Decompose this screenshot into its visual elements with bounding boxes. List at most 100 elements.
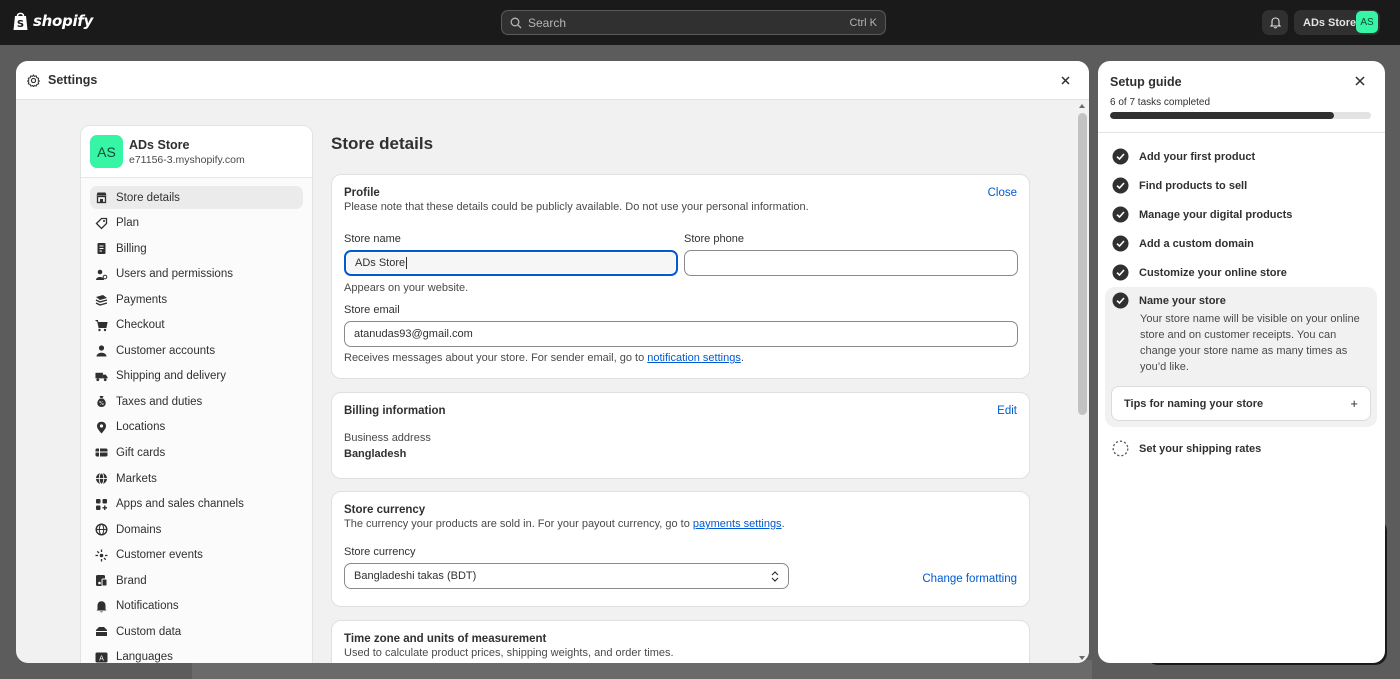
sidebar-item-shipping[interactable]: Shipping and delivery	[90, 365, 303, 388]
profile-title: Profile	[344, 187, 380, 199]
task-add-first-product[interactable]: Add your first product	[1112, 148, 1255, 165]
sidebar-item-markets[interactable]: Markets	[90, 467, 303, 490]
sidebar-item-brand[interactable]: Brand	[90, 569, 303, 592]
sidebar-item-label: Plan	[116, 217, 140, 230]
sidebar-item-label: Billing	[116, 242, 147, 255]
scroll-thumb[interactable]	[1078, 113, 1087, 415]
task-label: Name your store	[1139, 294, 1226, 307]
top-bar: S shopify Search Ctrl K ADs Store AS	[0, 0, 1400, 45]
check-circle-icon	[1112, 148, 1129, 165]
shopify-logo[interactable]: S shopify	[12, 11, 93, 31]
sidebar-item-label: Gift cards	[116, 446, 166, 459]
sidebar-item-customer-accounts[interactable]: Customer accounts	[90, 339, 303, 362]
check-circle-icon	[1112, 264, 1129, 281]
business-address-value: Bangladesh	[344, 448, 407, 460]
sidebar-item-gift-cards[interactable]: Gift cards	[90, 441, 303, 464]
check-circle-icon	[1112, 177, 1129, 194]
close-icon	[1355, 76, 1365, 86]
text-caret	[406, 257, 408, 269]
task-customize-store[interactable]: Customize your online store	[1112, 264, 1287, 281]
location-icon	[95, 421, 108, 434]
sidebar-item-notifications[interactable]: Notifications	[90, 595, 303, 618]
store-email-value: atanudas93@gmail.com	[354, 328, 473, 340]
profile-close-link[interactable]: Close	[988, 187, 1017, 199]
sidebar-item-customer-events[interactable]: Customer events	[90, 544, 303, 567]
sidebar-item-billing[interactable]: Billing	[90, 237, 303, 260]
sidebar-item-users[interactable]: Users and permissions	[90, 263, 303, 286]
billing-icon	[95, 242, 108, 255]
task-shipping-rates[interactable]: Set your shipping rates	[1112, 440, 1261, 457]
progress-fill	[1110, 112, 1334, 119]
task-name-store[interactable]: Name your store	[1112, 292, 1226, 309]
settings-scrollbar[interactable]	[1076, 101, 1089, 663]
sidebar-item-apps[interactable]: Apps and sales channels	[90, 493, 303, 516]
billing-title: Billing information	[344, 405, 446, 417]
sidebar-item-domains[interactable]: Domains	[90, 518, 303, 541]
store-email-label: Store email	[344, 304, 400, 316]
notifications-button[interactable]	[1262, 10, 1288, 35]
search-shortcut: Ctrl K	[849, 16, 878, 29]
sidebar-item-languages[interactable]: A Languages	[90, 646, 303, 663]
sidebar-item-payments[interactable]: Payments	[90, 288, 303, 311]
setup-guide-close-button[interactable]	[1355, 75, 1369, 89]
settings-close-button[interactable]	[1057, 72, 1073, 88]
setup-guide-title: Setup guide	[1110, 75, 1182, 89]
sidebar-item-store-details[interactable]: Store details	[90, 186, 303, 209]
sidebar-item-label: Checkout	[116, 319, 165, 332]
tips-naming-button[interactable]: Tips for naming your store +	[1111, 386, 1371, 421]
scroll-up-arrow[interactable]	[1079, 104, 1085, 108]
sidebar-item-plan[interactable]: Plan	[90, 212, 303, 235]
currency-selected-value: Bangladeshi takas (BDT)	[354, 570, 477, 582]
search-icon	[510, 17, 522, 28]
task-label: Customize your online store	[1139, 266, 1287, 279]
sidebar-item-checkout[interactable]: Checkout	[90, 314, 303, 337]
store-menu-name: ADs Store	[1303, 16, 1357, 29]
data-icon	[95, 625, 108, 638]
events-icon	[95, 549, 108, 562]
sidebar-item-locations[interactable]: Locations	[90, 416, 303, 439]
scroll-down-arrow[interactable]	[1079, 656, 1085, 660]
sidebar-item-label: Brand	[116, 574, 147, 587]
settings-title: Settings	[48, 73, 98, 87]
task-find-products[interactable]: Find products to sell	[1112, 177, 1247, 194]
sidebar-item-label: Custom data	[116, 625, 182, 638]
currency-card: Store currency The currency your product…	[331, 491, 1030, 607]
progress-text: 6 of 7 tasks completed	[1110, 97, 1211, 108]
sidebar-item-label: Apps and sales channels	[116, 498, 244, 511]
tips-label: Tips for naming your store	[1124, 397, 1264, 410]
billing-edit-link[interactable]: Edit	[997, 405, 1017, 417]
settings-modal: Settings AS ADs Store e71156-3.myshopify…	[16, 61, 1089, 663]
payments-settings-link[interactable]: payments settings	[693, 518, 782, 530]
notification-settings-link[interactable]: notification settings	[647, 352, 741, 364]
sidebar-item-label: Payments	[116, 293, 168, 306]
plan-icon	[95, 217, 108, 230]
page-title: Store details	[331, 134, 434, 153]
email-help-suffix: .	[740, 352, 744, 364]
task-digital-products[interactable]: Manage your digital products	[1112, 206, 1292, 223]
change-formatting-link[interactable]: Change formatting	[922, 573, 1017, 585]
sidebar-store-header[interactable]: AS ADs Store e71156-3.myshopify.com	[81, 126, 312, 178]
check-circle-icon	[1112, 235, 1129, 252]
timezone-subtitle: Used to calculate product prices, shippi…	[344, 647, 674, 659]
sidebar-item-label: Notifications	[116, 600, 179, 613]
sidebar-item-custom-data[interactable]: Custom data	[90, 620, 303, 643]
check-circle-icon	[1112, 206, 1129, 223]
task-custom-domain[interactable]: Add a custom domain	[1112, 235, 1254, 252]
check-circle-icon	[1112, 292, 1129, 309]
store-phone-input[interactable]	[684, 250, 1018, 276]
sidebar-item-label: Users and permissions	[116, 268, 233, 281]
currency-select[interactable]: Bangladeshi takas (BDT)	[344, 563, 789, 589]
store-name-input[interactable]: ADs Store	[344, 250, 678, 276]
sidebar-item-label: Domains	[116, 523, 162, 536]
plus-icon: +	[1350, 396, 1358, 411]
shopify-bag-icon: S	[13, 12, 28, 30]
store-menu-button[interactable]: ADs Store AS	[1294, 10, 1380, 35]
search-bar[interactable]: Search Ctrl K	[501, 10, 886, 35]
avatar: AS	[90, 135, 123, 168]
timezone-title: Time zone and units of measurement	[344, 633, 547, 645]
currency-field-label: Store currency	[344, 546, 416, 558]
sidebar-item-taxes[interactable]: % Taxes and duties	[90, 390, 303, 413]
setup-guide-panel: Setup guide 6 of 7 tasks completed Add y…	[1098, 61, 1385, 663]
task-label: Add your first product	[1139, 150, 1256, 163]
store-email-input[interactable]: atanudas93@gmail.com	[344, 321, 1018, 347]
